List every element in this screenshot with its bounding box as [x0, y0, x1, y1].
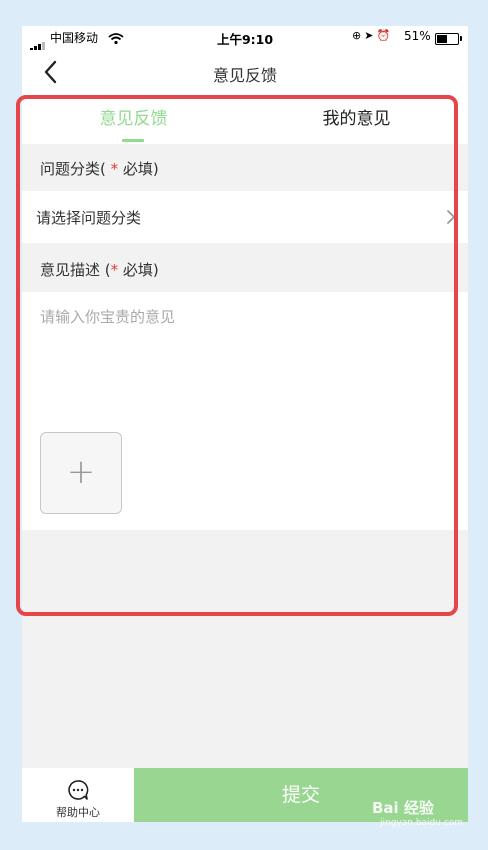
phone-screen: 中国移动 上午9:10 ⊕➤⏰ 51% 意见反馈 意见反馈 我的意见 问题分类(…: [22, 26, 468, 822]
tab-feedback[interactable]: 意见反馈: [22, 94, 245, 144]
battery-icon: [435, 33, 462, 45]
status-time: 上午9:10: [216, 32, 274, 47]
active-tab-indicator: [122, 139, 144, 142]
description-input[interactable]: [40, 306, 450, 406]
add-image-button[interactable]: +: [40, 432, 122, 514]
chevron-right-icon: [446, 209, 456, 229]
watermark-url: jingyan.baidu.com: [380, 818, 464, 828]
description-panel: +: [22, 292, 468, 530]
category-label-text: 问题分类(: [40, 160, 106, 178]
watermark-logo: Bai 经验: [372, 799, 434, 817]
page-title: 意见反馈: [212, 66, 277, 85]
alarm-icon: ⏰: [376, 29, 394, 42]
category-section-label: 问题分类( * 必填): [40, 158, 159, 179]
plus-icon: +: [66, 452, 96, 492]
status-bar: 中国移动 上午9:10 ⊕➤⏰ 51%: [22, 26, 468, 52]
required-asterisk: *: [110, 261, 119, 279]
required-text: 必填): [118, 261, 159, 279]
status-icons: ⊕➤⏰: [352, 29, 393, 42]
help-center-label: 帮助中心: [56, 806, 100, 819]
help-center-button[interactable]: 帮助中心: [22, 768, 134, 822]
location-icon: ➤: [364, 29, 377, 42]
description-label-text: 意见描述 (: [40, 261, 111, 279]
required-asterisk: *: [105, 160, 119, 178]
category-select-label: 请选择问题分类: [36, 209, 142, 227]
tab-bar: 意见反馈 我的意见: [22, 94, 468, 144]
battery-cap: [460, 36, 462, 41]
description-section-label: 意见描述 (* 必填): [40, 259, 159, 280]
battery-fill: [437, 35, 448, 43]
nav-bar: 意见反馈: [22, 50, 468, 94]
required-text: 必填): [118, 160, 159, 178]
chat-bubble-icon: [67, 779, 89, 805]
battery-percent: 51%: [404, 29, 431, 43]
rotation-lock-icon: ⊕: [352, 29, 365, 42]
category-select[interactable]: 请选择问题分类: [22, 191, 468, 243]
tab-my-feedback[interactable]: 我的意见: [245, 94, 468, 144]
